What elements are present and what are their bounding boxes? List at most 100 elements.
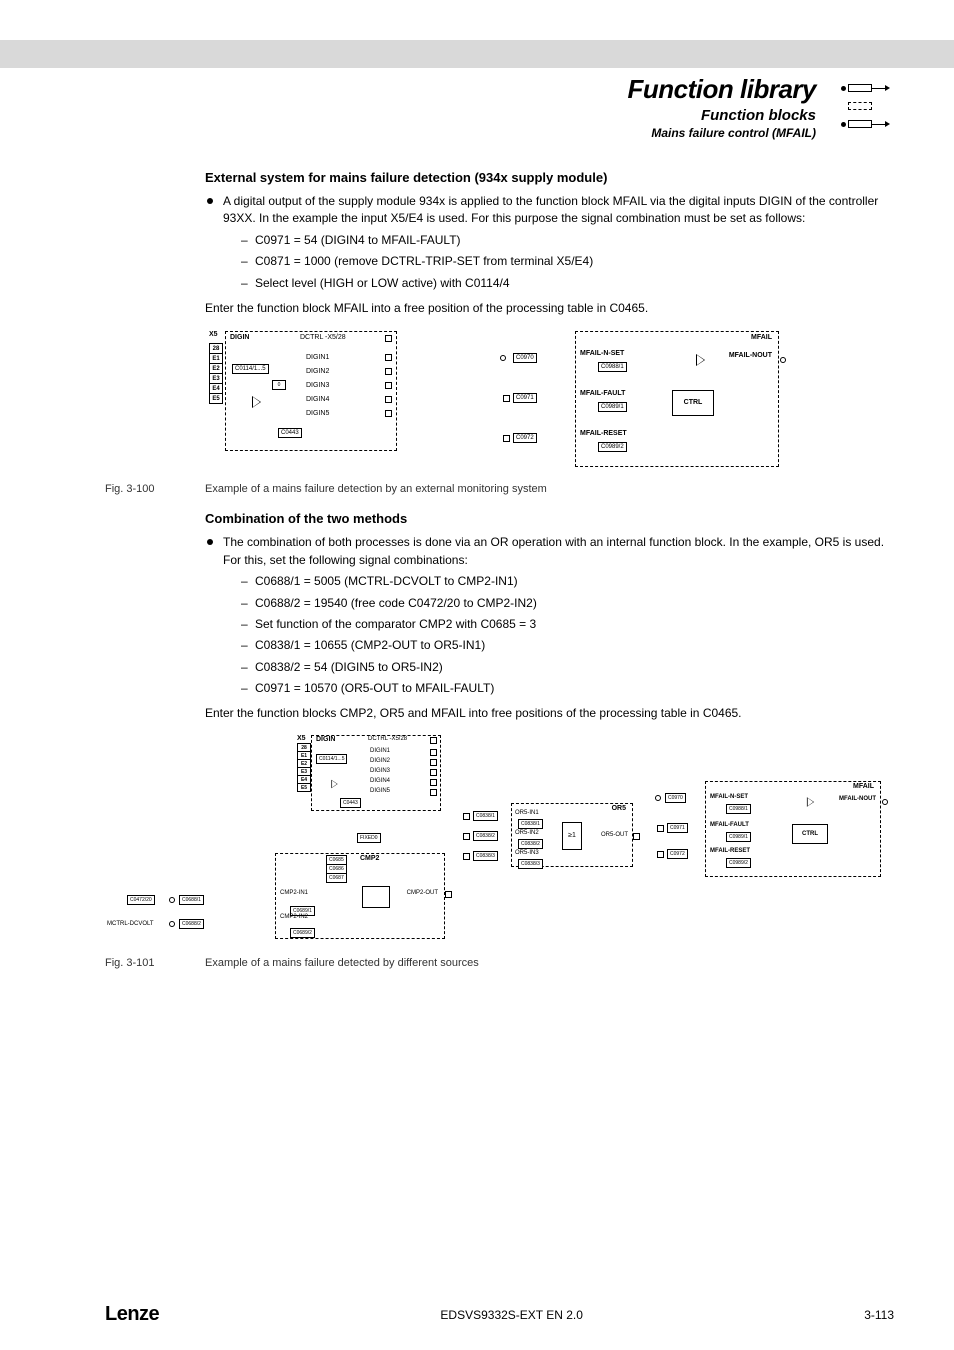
terminal-col: 28 E1 E2 E3 E4 E5 (209, 343, 223, 403)
c0972b: C0972 (667, 849, 688, 859)
c0443: C0443 (278, 428, 302, 438)
section2-bullet-text: The combination of both processes is don… (223, 535, 884, 566)
s2-dash-3: C0838/1 = 10655 (CMP2-OUT to OR5-IN1) (241, 637, 894, 654)
c0443b: C0443 (340, 798, 361, 808)
fig100-num: Fig. 3-100 (105, 483, 181, 495)
c09892b: C0989/2 (726, 858, 751, 868)
c0989-1: C0989/1 (598, 402, 627, 412)
tb5: E5 (297, 783, 311, 792)
d4: DIGIN4 (370, 778, 390, 784)
digin-titleb: DIGIN (316, 736, 335, 743)
digin5: DIGIN5 (306, 410, 329, 417)
section1-title: External system for mains failure detect… (205, 170, 894, 185)
dctrl-label: DCTRL -X5/28 (300, 334, 346, 341)
s1-dash-0: C0971 = 54 (DIGIN4 to MFAIL-FAULT) (241, 232, 894, 249)
c06892: C0689/2 (290, 928, 315, 938)
page-subsubtitle: Mains failure control (MFAIL) (628, 126, 816, 140)
section2-title: Combination of the two methods (205, 511, 894, 526)
or5in2: OR5-IN2 (515, 830, 539, 836)
cmp2out: CMP2-OUT (407, 890, 438, 896)
c0687: C0687 (326, 873, 347, 883)
or5out: OR5-OUT (601, 832, 628, 838)
figure-3-101: X5 DIGIN DCTRL -X5/28 C0114/1...5 DIGIN1… (205, 733, 894, 951)
c0114b: C0114/1...5 (316, 754, 347, 764)
s1-dash-1: C0871 = 1000 (remove DCTRL-TRIP-SET from… (241, 253, 894, 270)
block-graphic-icon (834, 74, 894, 134)
c0971: C0971 (513, 393, 537, 403)
c0114: C0114/1...5 (232, 364, 269, 374)
mffault: MFAIL-FAULT (710, 822, 749, 828)
x5b: X5 (297, 735, 306, 742)
mfnset: MFAIL-N-SET (710, 794, 748, 800)
s2-dash-2: Set function of the comparator CMP2 with… (241, 616, 894, 633)
mfail-nout: MFAIL-NOUT (729, 352, 772, 359)
mctrl: MCTRL-DCVOLT (107, 921, 154, 927)
header: Function library Function blocks Mains f… (105, 74, 894, 140)
brand-logo: Lenze (105, 1303, 159, 1326)
c0988-1: C0988/1 (598, 362, 627, 372)
term-e5: E5 (209, 393, 223, 404)
section1-bullet-text: A digital output of the supply module 93… (223, 194, 878, 225)
page-title: Function library (628, 74, 816, 105)
section1-instruction: Enter the function block MFAIL into a fr… (205, 300, 894, 317)
or5: OR5 (612, 805, 626, 812)
s2-dash-1: C0688/2 = 19540 (free code C0472/20 to C… (241, 595, 894, 612)
s2-dash-5: C0971 = 10570 (OR5-OUT to MFAIL-FAULT) (241, 680, 894, 697)
or5c3: C0838/3 (518, 859, 543, 869)
or5in1: OR5-IN1 (515, 810, 539, 816)
zero-box: 0 (272, 380, 286, 390)
section2-instruction: Enter the function blocks CMP2, OR5 and … (205, 705, 894, 722)
c047220: C0472/20 (127, 895, 155, 905)
digin4: DIGIN4 (306, 396, 329, 403)
x5-label: X5 (209, 331, 218, 338)
c0970b: C0970 (665, 793, 686, 803)
d3: DIGIN3 (370, 768, 390, 774)
c0989-2: C0989/2 (598, 442, 627, 452)
mfail-nset: MFAIL-N-SET (580, 350, 624, 357)
ctrl-box: CTRL (672, 390, 714, 416)
mfailb: MFAIL (853, 783, 874, 790)
mfnout: MFAIL-NOUT (839, 796, 876, 802)
c06881o: C0688/1 (179, 895, 204, 905)
c0971b: C0971 (667, 823, 688, 833)
s1-dash-2: Select level (HIGH or LOW active) with C… (241, 275, 894, 292)
fixed0: FIXED0 (357, 833, 381, 843)
c09891b: C0989/1 (726, 832, 751, 842)
fig101-caption: Example of a mains failure detected by d… (205, 957, 479, 969)
d5: DIGIN5 (370, 788, 390, 794)
section1-bullet: A digital output of the supply module 93… (205, 193, 894, 292)
mfail-reset: MFAIL-RESET (580, 430, 627, 437)
section2-bullet: The combination of both processes is don… (205, 534, 894, 697)
c0838-2: C0838/2 (473, 831, 498, 841)
or5c2: C0838/2 (518, 839, 543, 849)
dctrlb: DCTRL -X5/28 (368, 736, 407, 742)
or5in3: OR5-IN3 (515, 850, 539, 856)
d2: DIGIN2 (370, 758, 390, 764)
digin3: DIGIN3 (306, 382, 329, 389)
termcolb: 28 E1 E2 E3 E4 E5 (297, 743, 311, 791)
digin-title: DIGIN (230, 334, 249, 341)
mfail-title: MFAIL (751, 334, 772, 341)
page-number: 3-113 (864, 1308, 894, 1322)
cmp2in1: CMP2-IN1 (280, 890, 308, 896)
c0838-1: C0838/1 (473, 811, 498, 821)
d1: DIGIN1 (370, 748, 390, 754)
c09881b: C0988/1 (726, 804, 751, 814)
digin2: DIGIN2 (306, 368, 329, 375)
ge1: ≥1 (562, 822, 582, 850)
s2-dash-0: C0688/1 = 5005 (MCTRL-DCVOLT to CMP2-IN1… (241, 573, 894, 590)
c0970: C0970 (513, 353, 537, 363)
doc-id: EDSVS9332S-EXT EN 2.0 (440, 1308, 583, 1322)
figure-3-100: X5 DIGIN DCTRL -X5/28 C0114/1...5 0 DIGI… (205, 327, 894, 477)
fig101-num: Fig. 3-101 (105, 957, 181, 969)
page-subtitle: Function blocks (628, 107, 816, 124)
c0972: C0972 (513, 433, 537, 443)
ctrlb: CTRL (792, 824, 828, 844)
fig100-caption: Example of a mains failure detection by … (205, 483, 547, 495)
or5c1: C0838/1 (518, 819, 543, 829)
mfail-fault: MFAIL-FAULT (580, 390, 625, 397)
c0838-3: C0838/3 (473, 851, 498, 861)
cmp2in2: CMP2-IN2 (280, 914, 308, 920)
cmp2: CMP2 (360, 855, 379, 862)
c06882o: C0688/2 (179, 919, 204, 929)
